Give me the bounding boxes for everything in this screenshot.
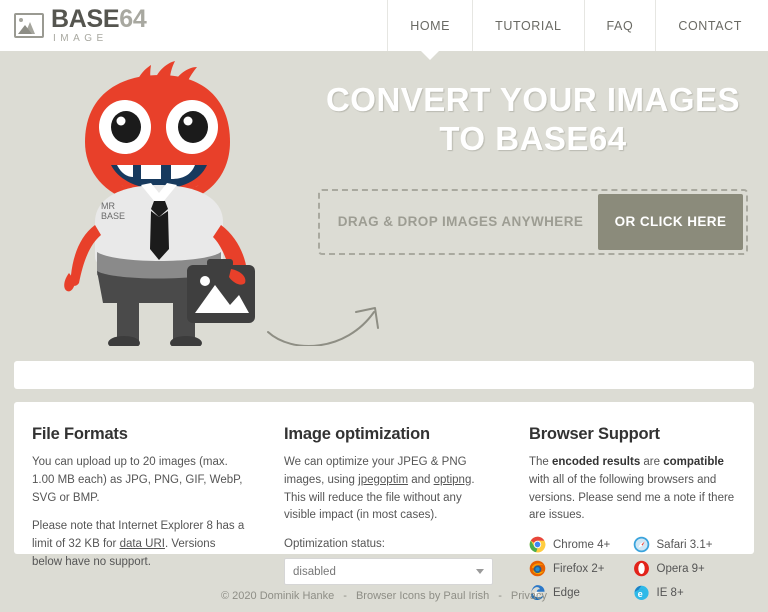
or-click-here-button[interactable]: OR CLICK HERE [598, 193, 743, 250]
hero-title-line1: CONVERT YOUR IMAGES [325, 81, 741, 118]
footer-separator-2: - [498, 589, 502, 602]
optimization-status-value: disabled [293, 565, 336, 578]
hero-title: CONVERT YOUR IMAGES TO BASE64 [318, 81, 748, 159]
nav-item-faq[interactable]: FAQ [583, 0, 656, 51]
browser-item-chrome: Chrome 4+ [529, 536, 633, 553]
file-formats-heading: File Formats [32, 425, 128, 443]
browser-label-opera: Opera 9+ [656, 562, 705, 575]
chrome-icon [529, 536, 546, 553]
logo-title-main: BASE [51, 5, 120, 33]
results-panel [14, 361, 754, 389]
optipng-link[interactable]: optipng [434, 474, 472, 486]
site-footer: © 2020 Dominik Hanke - Browser Icons by … [0, 579, 768, 612]
bs-p1-c: are [640, 456, 664, 468]
data-uri-link[interactable]: data URI [120, 538, 165, 550]
footer-separator-1: - [343, 589, 347, 602]
logo[interactable]: BASE64 IMAGE [0, 0, 147, 51]
bs-p1-a: The [529, 456, 553, 468]
nav-item-home-label: HOME [410, 18, 451, 33]
active-nav-caret-icon [420, 50, 441, 60]
browser-support-column: Browser Support The encoded results are … [511, 418, 754, 601]
optimization-status-label: Optimization status: [284, 538, 385, 551]
browser-item-opera: Opera 9+ [633, 560, 737, 577]
browser-label-firefox: Firefox 2+ [553, 562, 605, 575]
firefox-icon [529, 560, 546, 577]
hero-section: MR BASE CONVERT YOUR IMAGES TO BASE64 DR [0, 51, 768, 346]
browser-support-paragraph: The encoded results are compatible with … [529, 454, 736, 525]
site-header: BASE64 IMAGE HOME TUTORIAL FAQ CONTACT [0, 0, 768, 60]
footer-credit-link[interactable]: Browser Icons by Paul Irish [356, 590, 489, 602]
image-optimization-paragraph: We can optimize your JPEG & PNG images, … [284, 454, 493, 525]
logo-text: BASE64 IMAGE [51, 5, 147, 44]
logo-title-number: 64 [119, 5, 147, 33]
footer-privacy-link[interactable]: Privacy [511, 590, 547, 602]
browser-item-safari: Safari 3.1+ [633, 536, 737, 553]
dropzone-label: DRAG & DROP IMAGES ANYWHERE [337, 214, 584, 230]
chevron-down-icon [476, 569, 484, 575]
nav-item-tutorial[interactable]: TUTORIAL [472, 0, 583, 51]
browser-label-safari: Safari 3.1+ [656, 538, 713, 551]
file-dropzone[interactable]: DRAG & DROP IMAGES ANYWHERE OR CLICK HER… [318, 188, 748, 255]
main-navigation: HOME TUTORIAL FAQ CONTACT [387, 0, 768, 60]
opera-icon [633, 560, 649, 577]
image-optimization-heading: Image optimization [284, 425, 430, 443]
logo-subtitle: IMAGE [53, 33, 108, 44]
file-formats-paragraph-2: Please note that Internet Explorer 8 has… [32, 518, 248, 571]
info-panel: File Formats You can upload up to 20 ima… [14, 402, 754, 601]
bs-p1-d: compatible [663, 456, 724, 468]
logo-title: BASE64 [51, 5, 147, 33]
nav-item-contact-label: CONTACT [678, 18, 742, 33]
hero-title-line2: TO BASE64 [439, 119, 627, 157]
hero-content: CONVERT YOUR IMAGES TO BASE64 DRAG & DRO… [318, 81, 748, 255]
picture-frame-icon [14, 13, 44, 38]
nav-item-contact[interactable]: CONTACT [655, 0, 768, 51]
file-formats-column: File Formats You can upload up to 20 ima… [14, 418, 266, 568]
image-optimization-column: Image optimization We can optimize your … [266, 418, 511, 586]
nav-item-tutorial-label: TUTORIAL [495, 18, 562, 33]
opt-p1-mid: and [408, 473, 434, 486]
footer-copyright: © 2020 Dominik Hanke [221, 589, 335, 602]
bs-p1-b: encoded results [552, 456, 641, 468]
browser-label-chrome: Chrome 4+ [553, 538, 611, 551]
mascot-illustration: MR BASE [64, 61, 255, 346]
file-formats-paragraph-1: You can upload up to 20 images (max. 1.0… [32, 456, 243, 504]
browser-support-heading: Browser Support [529, 425, 660, 443]
jpegoptim-link[interactable]: jpegoptim [358, 474, 408, 486]
safari-icon [633, 536, 649, 553]
mascot-name-tag-line2: BASE [101, 211, 125, 221]
browser-item-firefox: Firefox 2+ [529, 560, 633, 577]
nav-item-home[interactable]: HOME [387, 0, 472, 60]
nav-item-faq-label: FAQ [606, 18, 634, 33]
bs-p1-e: with all of the following browsers and v… [529, 473, 735, 522]
curved-arrow-icon [267, 307, 379, 346]
mascot-name-tag-line1: MR [101, 201, 115, 211]
